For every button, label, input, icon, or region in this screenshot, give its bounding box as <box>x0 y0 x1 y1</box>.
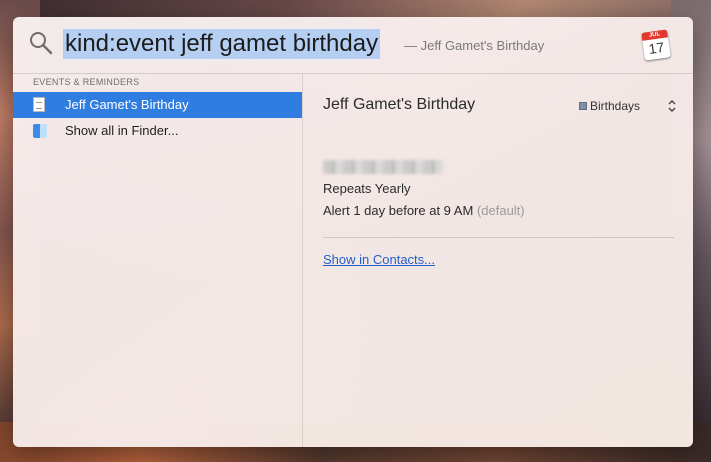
alert-text: Alert 1 day before at 9 AM <box>323 203 474 218</box>
finder-icon <box>33 124 47 138</box>
search-icon <box>30 32 53 55</box>
calendar-color-swatch <box>579 102 587 110</box>
search-query-input[interactable]: kind:event jeff gamet birthday <box>63 29 381 59</box>
result-item-show-all-in-finder[interactable]: Show all in Finder... <box>13 118 302 144</box>
calendar-icon: JUL 17 <box>641 29 671 61</box>
repeat-info: Repeats Yearly <box>323 181 411 196</box>
calendar-icon-day: 17 <box>647 38 666 57</box>
event-title: Jeff Gamet's Birthday <box>323 96 476 113</box>
blurred-event-date <box>323 160 443 174</box>
event-document-icon <box>33 97 45 112</box>
alert-default-note: (default) <box>476 203 525 218</box>
preview-pane: Jeff Gamet's Birthday Birthdays Repeats … <box>303 74 693 447</box>
result-item-birthday[interactable]: Jeff Gamet's Birthday <box>13 92 302 118</box>
section-header-events: EVENTS & REMINDERS <box>33 77 140 87</box>
chevron-updown-icon <box>668 100 676 112</box>
calendar-name: Birthdays <box>590 99 641 113</box>
divider <box>323 237 674 238</box>
results-list: EVENTS & REMINDERS Jeff Gamet's Birthday… <box>13 74 303 447</box>
show-in-contacts-link[interactable]: Show in Contacts... <box>323 252 435 268</box>
alert-info: Alert 1 day before at 9 AM (default) <box>323 203 525 219</box>
result-item-label: Jeff Gamet's Birthday <box>65 97 189 112</box>
spotlight-search-bar[interactable]: kind:event jeff gamet birthday — Jeff Ga… <box>13 17 693 74</box>
spotlight-window: kind:event jeff gamet birthday — Jeff Ga… <box>13 17 693 447</box>
result-item-label: Show all in Finder... <box>65 123 179 138</box>
search-suggestion-text: — Jeff Gamet's Birthday <box>404 38 545 53</box>
